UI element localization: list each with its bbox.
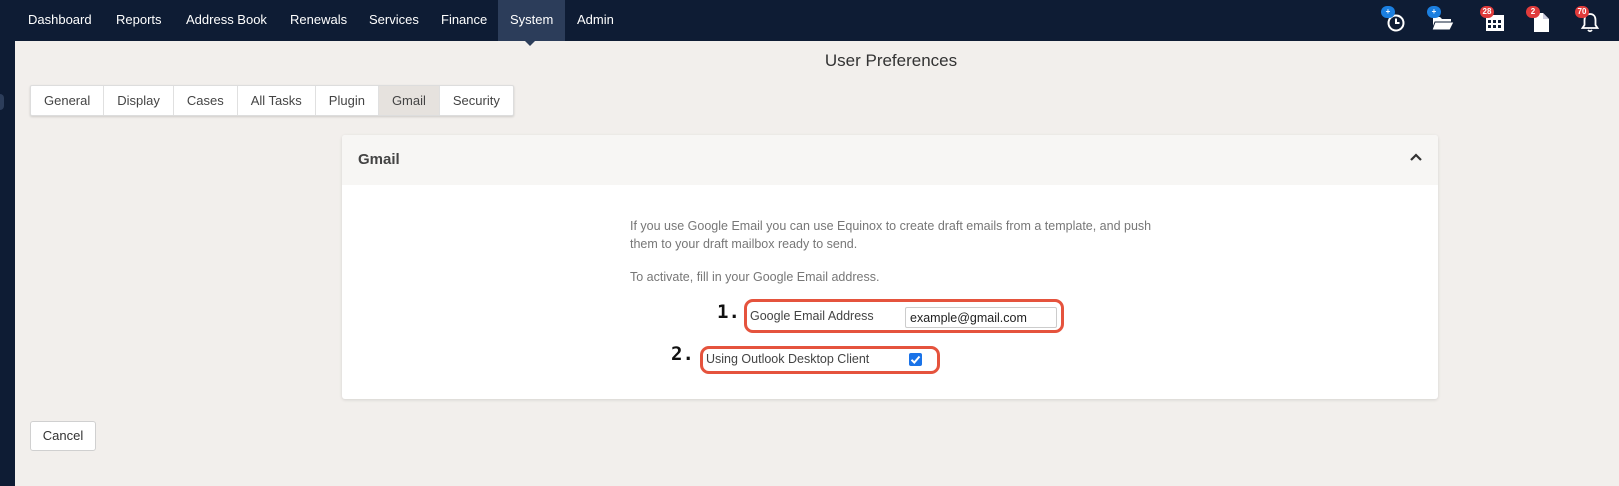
tab-general[interactable]: General: [31, 86, 105, 115]
activate-instructions: To activate, fill in your Google Email a…: [630, 270, 880, 284]
tab-display[interactable]: Display: [104, 86, 174, 115]
step-2-marker: 2.: [671, 343, 694, 365]
add-folder-icon[interactable]: +: [1427, 6, 1455, 34]
nav-renewals[interactable]: Renewals: [290, 0, 347, 41]
gmail-panel: Gmail If you use Google Email you can us…: [342, 135, 1438, 399]
cancel-button[interactable]: Cancel: [30, 421, 96, 451]
nav-services[interactable]: Services: [369, 0, 419, 41]
nav-finance[interactable]: Finance: [441, 0, 487, 41]
gmail-description: If you use Google Email you can use Equi…: [630, 219, 1152, 251]
sidebar-toggle[interactable]: [0, 94, 4, 110]
checkmark-icon: [910, 355, 921, 364]
add-badge: +: [1381, 6, 1395, 18]
email-label: Google Email Address: [750, 309, 874, 323]
nav-system[interactable]: System: [498, 0, 566, 41]
active-nav-caret: [524, 40, 536, 46]
nav-admin[interactable]: Admin: [577, 0, 614, 41]
left-sidebar-strip: [0, 41, 15, 486]
calendar-icon[interactable]: 28: [1480, 6, 1508, 34]
calendar-count-badge: 28: [1480, 6, 1494, 18]
notification-count-badge: 70: [1575, 6, 1589, 18]
panel-header[interactable]: Gmail: [342, 135, 1438, 185]
document-count-badge: 2: [1526, 6, 1540, 18]
add-badge: +: [1427, 6, 1441, 18]
bell-icon[interactable]: 70: [1575, 6, 1603, 34]
page-title: User Preferences: [824, 51, 958, 70]
top-nav: Dashboard Reports Address Book Renewals …: [0, 0, 1619, 41]
tab-plugin[interactable]: Plugin: [316, 86, 379, 115]
outlook-label: Using Outlook Desktop Client: [706, 352, 870, 366]
step-1-marker: 1.: [717, 301, 740, 323]
nav-reports[interactable]: Reports: [116, 0, 162, 41]
tab-security[interactable]: Security: [440, 86, 513, 115]
panel-title: Gmail: [358, 151, 400, 168]
outlook-desktop-checkbox[interactable]: [909, 353, 922, 366]
google-email-field[interactable]: [905, 307, 1057, 328]
add-timer-icon[interactable]: +: [1381, 6, 1409, 34]
nav-address-book[interactable]: Address Book: [186, 0, 267, 41]
tab-cases[interactable]: Cases: [174, 86, 238, 115]
preferences-tabs: General Display Cases All Tasks Plugin G…: [30, 85, 514, 116]
chevron-up-icon[interactable]: [1408, 150, 1424, 166]
tab-gmail[interactable]: Gmail: [378, 86, 440, 115]
document-icon[interactable]: 2: [1526, 6, 1554, 34]
tab-all-tasks[interactable]: All Tasks: [238, 86, 316, 115]
nav-dashboard[interactable]: Dashboard: [28, 0, 92, 41]
